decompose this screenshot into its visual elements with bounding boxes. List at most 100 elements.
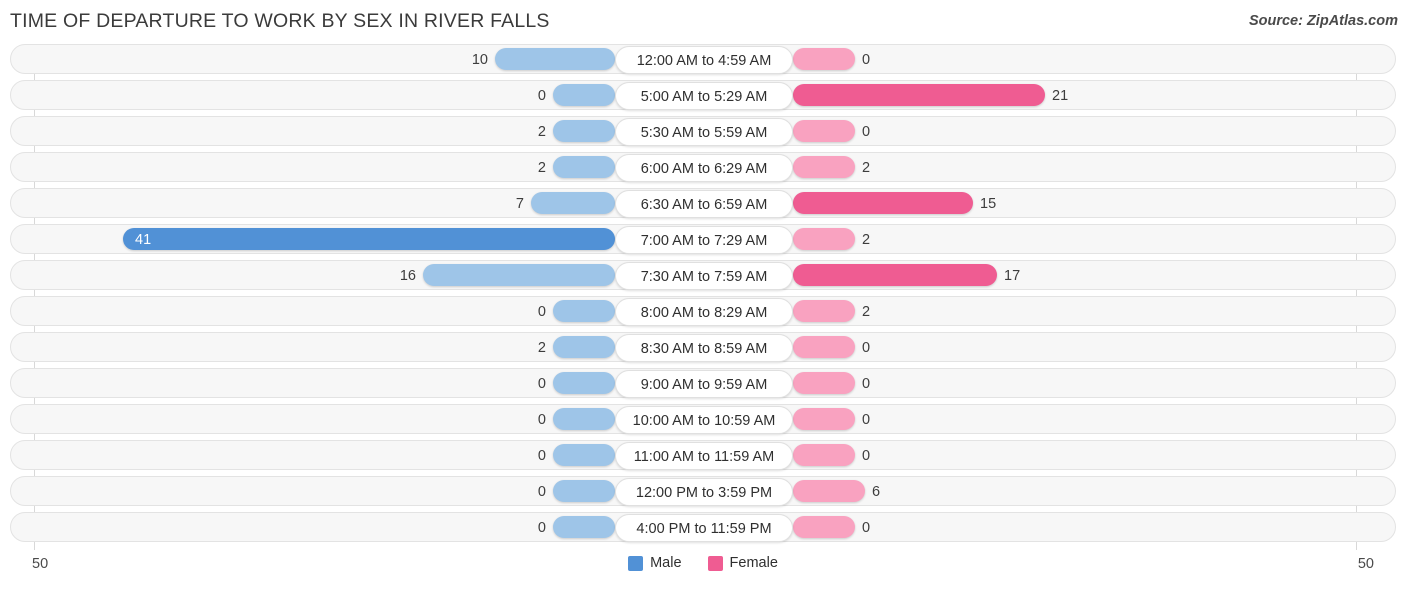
bar-rows: 10 0 12:00 AM to 4:59 AM 0 21 5:00 AM to 5:29… xyxy=(10,44,1396,542)
bar-row[interactable]: 41 2 7:00 AM to 7:29 AM xyxy=(10,224,1396,254)
legend-label-female: Female xyxy=(729,555,778,571)
category-label[interactable]: 6:00 AM to 6:29 AM xyxy=(615,154,793,182)
bar-row[interactable]: 2 0 5:30 AM to 5:59 AM xyxy=(10,116,1396,146)
bar-value-female: 0 xyxy=(862,520,871,536)
bar-female[interactable] xyxy=(793,84,1045,106)
bar-value-male: 0 xyxy=(537,448,546,464)
bar-row-inner: 41 2 7:00 AM to 7:29 AM xyxy=(11,225,1395,254)
bar-row-inner: 0 0 9:00 AM to 9:59 AM xyxy=(11,369,1395,398)
category-label[interactable]: 4:00 PM to 11:59 PM xyxy=(615,514,793,542)
bar-value-female: 0 xyxy=(862,376,871,392)
category-label[interactable]: 5:00 AM to 5:29 AM xyxy=(615,82,793,110)
chart-legend: Male Female xyxy=(10,555,1396,571)
legend-label-male: Male xyxy=(650,555,682,571)
bar-row-inner: 2 0 5:30 AM to 5:59 AM xyxy=(11,117,1395,146)
legend-item-male[interactable]: Male xyxy=(628,555,682,571)
bar-male[interactable] xyxy=(553,336,615,358)
bar-male[interactable] xyxy=(553,156,615,178)
bar-female[interactable] xyxy=(793,228,855,250)
bar-row[interactable]: 0 0 9:00 AM to 9:59 AM xyxy=(10,368,1396,398)
bar-value-female: 0 xyxy=(862,124,871,140)
bar-female[interactable] xyxy=(793,300,855,322)
bar-value-female: 0 xyxy=(862,340,871,356)
bar-value-male: 10 xyxy=(471,52,488,68)
bar-value-female: 2 xyxy=(862,304,871,320)
bar-female[interactable] xyxy=(793,264,997,286)
category-label[interactable]: 8:30 AM to 8:59 AM xyxy=(615,334,793,362)
bar-male[interactable] xyxy=(553,480,615,502)
legend-item-female[interactable]: Female xyxy=(707,555,778,571)
bar-row[interactable]: 0 2 8:00 AM to 8:29 AM xyxy=(10,296,1396,326)
bar-female[interactable] xyxy=(793,444,855,466)
bar-value-male: 16 xyxy=(399,268,416,284)
bar-male[interactable] xyxy=(495,48,615,70)
bar-male[interactable] xyxy=(553,444,615,466)
bar-value-male: 0 xyxy=(537,520,546,536)
page-title: TIME OF DEPARTURE TO WORK BY SEX IN RIVE… xyxy=(10,10,550,32)
bar-male[interactable] xyxy=(553,120,615,142)
bar-male[interactable] xyxy=(553,84,615,106)
bar-row[interactable]: 7 15 6:30 AM to 6:59 AM xyxy=(10,188,1396,218)
bar-female[interactable] xyxy=(793,156,855,178)
bar-female[interactable] xyxy=(793,408,855,430)
bar-male[interactable] xyxy=(553,408,615,430)
bar-row-inner: 0 0 4:00 PM to 11:59 PM xyxy=(11,513,1395,542)
bar-male[interactable] xyxy=(423,264,615,286)
bar-value-female: 0 xyxy=(862,448,871,464)
bar-male[interactable] xyxy=(553,516,615,538)
bar-value-female: 6 xyxy=(872,484,881,500)
legend-swatch-female-icon xyxy=(707,555,723,571)
category-label[interactable]: 12:00 AM to 4:59 AM xyxy=(615,46,793,74)
bar-male[interactable] xyxy=(553,300,615,322)
bar-female[interactable] xyxy=(793,48,855,70)
bar-female[interactable] xyxy=(793,336,855,358)
bar-row[interactable]: 0 21 5:00 AM to 5:29 AM xyxy=(10,80,1396,110)
bar-female[interactable] xyxy=(793,120,855,142)
bar-row-inner: 2 2 6:00 AM to 6:29 AM xyxy=(11,153,1395,182)
bar-female[interactable] xyxy=(793,516,855,538)
bar-row-inner: 0 2 8:00 AM to 8:29 AM xyxy=(11,297,1395,326)
source-attribution: Source: ZipAtlas.com xyxy=(1248,13,1398,29)
bar-female[interactable] xyxy=(793,372,855,394)
category-label[interactable]: 6:30 AM to 6:59 AM xyxy=(615,190,793,218)
bar-row-inner: 16 17 7:30 AM to 7:59 AM xyxy=(11,261,1395,290)
bar-value-female: 2 xyxy=(862,232,871,248)
bar-row[interactable]: 2 0 8:30 AM to 8:59 AM xyxy=(10,332,1396,362)
bar-value-male: 0 xyxy=(537,412,546,428)
category-label[interactable]: 5:30 AM to 5:59 AM xyxy=(615,118,793,146)
bar-row[interactable]: 10 0 12:00 AM to 4:59 AM xyxy=(10,44,1396,74)
bar-row-inner: 0 6 12:00 PM to 3:59 PM xyxy=(11,477,1395,506)
bar-value-female: 2 xyxy=(862,160,871,176)
bar-row-inner: 0 0 11:00 AM to 11:59 AM xyxy=(11,441,1395,470)
chart-plot-area: 10 0 12:00 AM to 4:59 AM 0 21 5:00 AM to 5:29… xyxy=(10,44,1396,550)
category-label[interactable]: 7:30 AM to 7:59 AM xyxy=(615,262,793,290)
category-label[interactable]: 9:00 AM to 9:59 AM xyxy=(615,370,793,398)
category-label[interactable]: 12:00 PM to 3:59 PM xyxy=(615,478,793,506)
bar-row[interactable]: 0 0 11:00 AM to 11:59 AM xyxy=(10,440,1396,470)
chart-footer: 50 50 Male Female xyxy=(10,550,1396,590)
bar-row[interactable]: 0 0 4:00 PM to 11:59 PM xyxy=(10,512,1396,542)
bar-row[interactable]: 16 17 7:30 AM to 7:59 AM xyxy=(10,260,1396,290)
category-label[interactable]: 8:00 AM to 8:29 AM xyxy=(615,298,793,326)
bar-male[interactable] xyxy=(553,372,615,394)
category-label[interactable]: 7:00 AM to 7:29 AM xyxy=(615,226,793,254)
bar-value-female: 0 xyxy=(862,52,871,68)
bar-female[interactable] xyxy=(793,480,865,502)
bar-row[interactable]: 2 2 6:00 AM to 6:29 AM xyxy=(10,152,1396,182)
bar-value-male: 0 xyxy=(537,484,546,500)
bar-value-male: 2 xyxy=(537,160,546,176)
bar-male[interactable] xyxy=(123,228,615,250)
category-label[interactable]: 10:00 AM to 10:59 AM xyxy=(615,406,793,434)
category-label[interactable]: 11:00 AM to 11:59 AM xyxy=(615,442,793,470)
bar-value-male: 0 xyxy=(537,376,546,392)
bar-row-inner: 0 21 5:00 AM to 5:29 AM xyxy=(11,81,1395,110)
bar-value-male: 41 xyxy=(135,232,152,248)
bar-row-inner: 0 0 10:00 AM to 10:59 AM xyxy=(11,405,1395,434)
bar-row[interactable]: 0 0 10:00 AM to 10:59 AM xyxy=(10,404,1396,434)
bar-value-male: 2 xyxy=(537,124,546,140)
bar-row[interactable]: 0 6 12:00 PM to 3:59 PM xyxy=(10,476,1396,506)
bar-female[interactable] xyxy=(793,192,973,214)
bar-male[interactable] xyxy=(531,192,615,214)
bar-row-inner: 7 15 6:30 AM to 6:59 AM xyxy=(11,189,1395,218)
bar-value-female: 17 xyxy=(1004,268,1021,284)
